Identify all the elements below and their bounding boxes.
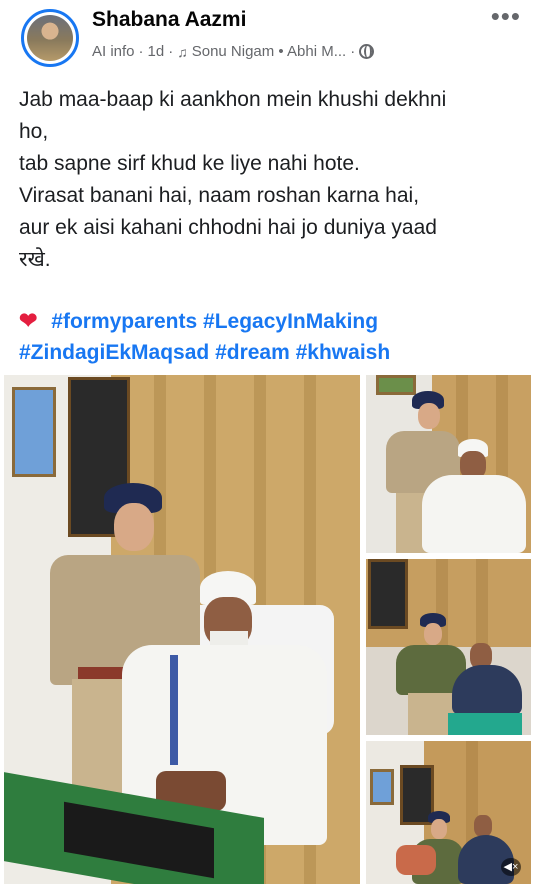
hashtag-link[interactable]: #khwaish: [296, 341, 391, 364]
globe-icon: [359, 44, 375, 59]
speaker-muted-icon[interactable]: ◀×: [501, 858, 521, 876]
hashtag-line: ❤ #formyparents #LegacyInMaking: [19, 305, 519, 337]
avatar-image: [27, 15, 73, 61]
robe-stripe: [170, 655, 178, 765]
elder-robe: [422, 475, 526, 553]
notice-board: [368, 559, 408, 629]
caption-line: aur ek aisi kahani chhodni hai jo duniya…: [19, 216, 437, 239]
photo-side-1[interactable]: [366, 375, 531, 553]
photo-side-3[interactable]: ◀×: [366, 741, 531, 884]
photo-side-2[interactable]: [366, 559, 531, 735]
music-track[interactable]: Sonu Nigam • Abhi M...: [192, 43, 347, 60]
red-heart-icon: ❤: [19, 308, 38, 333]
post-header: Shabana Aazmi AI info · 1d · ♫ Sonu Niga…: [0, 0, 535, 72]
wall-portrait: [370, 769, 394, 805]
separator: ·: [350, 43, 356, 60]
caption-line: ho,: [19, 120, 49, 143]
ai-info-link[interactable]: AI info: [92, 43, 135, 60]
laptop: [448, 713, 522, 735]
officer-face: [424, 623, 442, 645]
avatar[interactable]: [21, 9, 79, 67]
separator: ·: [168, 43, 174, 60]
elder-sweater: [452, 665, 522, 715]
photo-main[interactable]: [4, 375, 360, 884]
hashtags: ❤ #formyparents #LegacyInMaking #Zindagi…: [19, 305, 519, 368]
caption-line: रखे.: [19, 248, 51, 271]
wall-frame: [376, 375, 416, 395]
photo-grid: ◀×: [4, 375, 531, 884]
separator: ·: [138, 43, 144, 60]
more-dots-icon[interactable]: •••: [491, 3, 521, 29]
caption-line: tab sapne sirf khud ke liye nahi hote.: [19, 152, 360, 175]
post-meta: AI info · 1d · ♫ Sonu Nigam • Abhi M... …: [92, 43, 375, 60]
wall-portrait: [12, 387, 56, 477]
caption-line: Virasat banani hai, naam roshan karna ha…: [19, 184, 420, 207]
music-note-icon: ♫: [177, 43, 188, 60]
post-age[interactable]: 1d: [148, 43, 165, 60]
author-name[interactable]: Shabana Aazmi: [92, 8, 246, 32]
officer-face: [431, 819, 447, 839]
post-caption: Jab maa-baap ki aankhon mein khushi dekh…: [19, 84, 519, 276]
hashtag-link[interactable]: #ZindagiEkMaqsad: [19, 341, 209, 364]
hashtag-link[interactable]: #formyparents: [51, 310, 197, 333]
hashtag-line: #ZindagiEkMaqsad #dream #khwaish: [19, 337, 519, 368]
hashtag-link[interactable]: #LegacyInMaking: [203, 310, 378, 333]
elder-face: [474, 815, 492, 837]
flower-bouquet: [396, 845, 436, 875]
officer-face: [114, 503, 154, 551]
caption-line: Jab maa-baap ki aankhon mein khushi dekh…: [19, 88, 447, 111]
hashtag-link[interactable]: #dream: [215, 341, 290, 364]
officer-face: [418, 403, 440, 429]
